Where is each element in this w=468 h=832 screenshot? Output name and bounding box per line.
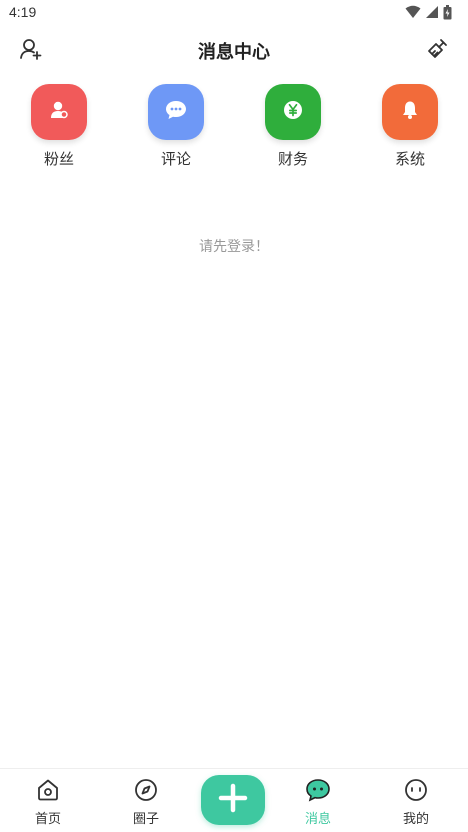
finance-badge xyxy=(265,84,321,140)
nav-label: 首页 xyxy=(34,812,61,827)
nav-circle[interactable]: 圈子 xyxy=(106,769,186,832)
category-comments[interactable]: 评论 xyxy=(136,84,216,169)
chat-bubble-icon xyxy=(165,100,187,124)
system-badge xyxy=(382,84,438,140)
plus-icon xyxy=(218,783,248,817)
message-icon xyxy=(305,777,331,803)
create-post-button[interactable] xyxy=(201,775,265,825)
app-header: 消息中心 xyxy=(0,26,468,74)
category-label: 系统 xyxy=(394,150,425,168)
nav-label: 我的 xyxy=(402,812,429,827)
login-prompt: 请先登录！ xyxy=(199,239,269,255)
nav-profile[interactable]: 我的 xyxy=(376,769,456,832)
home-icon xyxy=(35,777,61,803)
person-icon xyxy=(49,100,69,124)
status-time: 4:19 xyxy=(9,4,37,20)
nav-messages[interactable]: 消息 xyxy=(278,769,358,832)
yen-coin-icon xyxy=(283,100,303,124)
bottom-nav: 首页 圈子 消息 我的 xyxy=(0,768,468,832)
profile-face-icon xyxy=(403,777,429,803)
compass-icon xyxy=(133,777,159,803)
comments-badge xyxy=(148,84,204,140)
status-icons xyxy=(405,4,452,20)
clear-messages-button[interactable] xyxy=(422,36,452,66)
category-finance[interactable]: 财务 xyxy=(253,84,333,169)
nav-label: 消息 xyxy=(304,812,331,827)
category-system[interactable]: 系统 xyxy=(370,84,450,169)
broom-icon xyxy=(425,37,449,65)
category-label: 粉丝 xyxy=(43,150,74,168)
message-categories: 粉丝 评论 财务 系统 xyxy=(0,84,468,174)
nav-home[interactable]: 首页 xyxy=(8,769,88,832)
bell-icon xyxy=(400,100,420,124)
category-label: 财务 xyxy=(277,150,308,168)
nav-label: 圈子 xyxy=(132,812,159,827)
signal-icon xyxy=(425,5,439,19)
fans-badge xyxy=(31,84,87,140)
status-bar: 4:19 xyxy=(0,0,468,26)
category-fans[interactable]: 粉丝 xyxy=(19,84,99,169)
wifi-icon xyxy=(405,5,421,19)
battery-icon xyxy=(443,4,452,20)
category-label: 评论 xyxy=(160,150,191,168)
page-title: 消息中心 xyxy=(198,42,270,63)
